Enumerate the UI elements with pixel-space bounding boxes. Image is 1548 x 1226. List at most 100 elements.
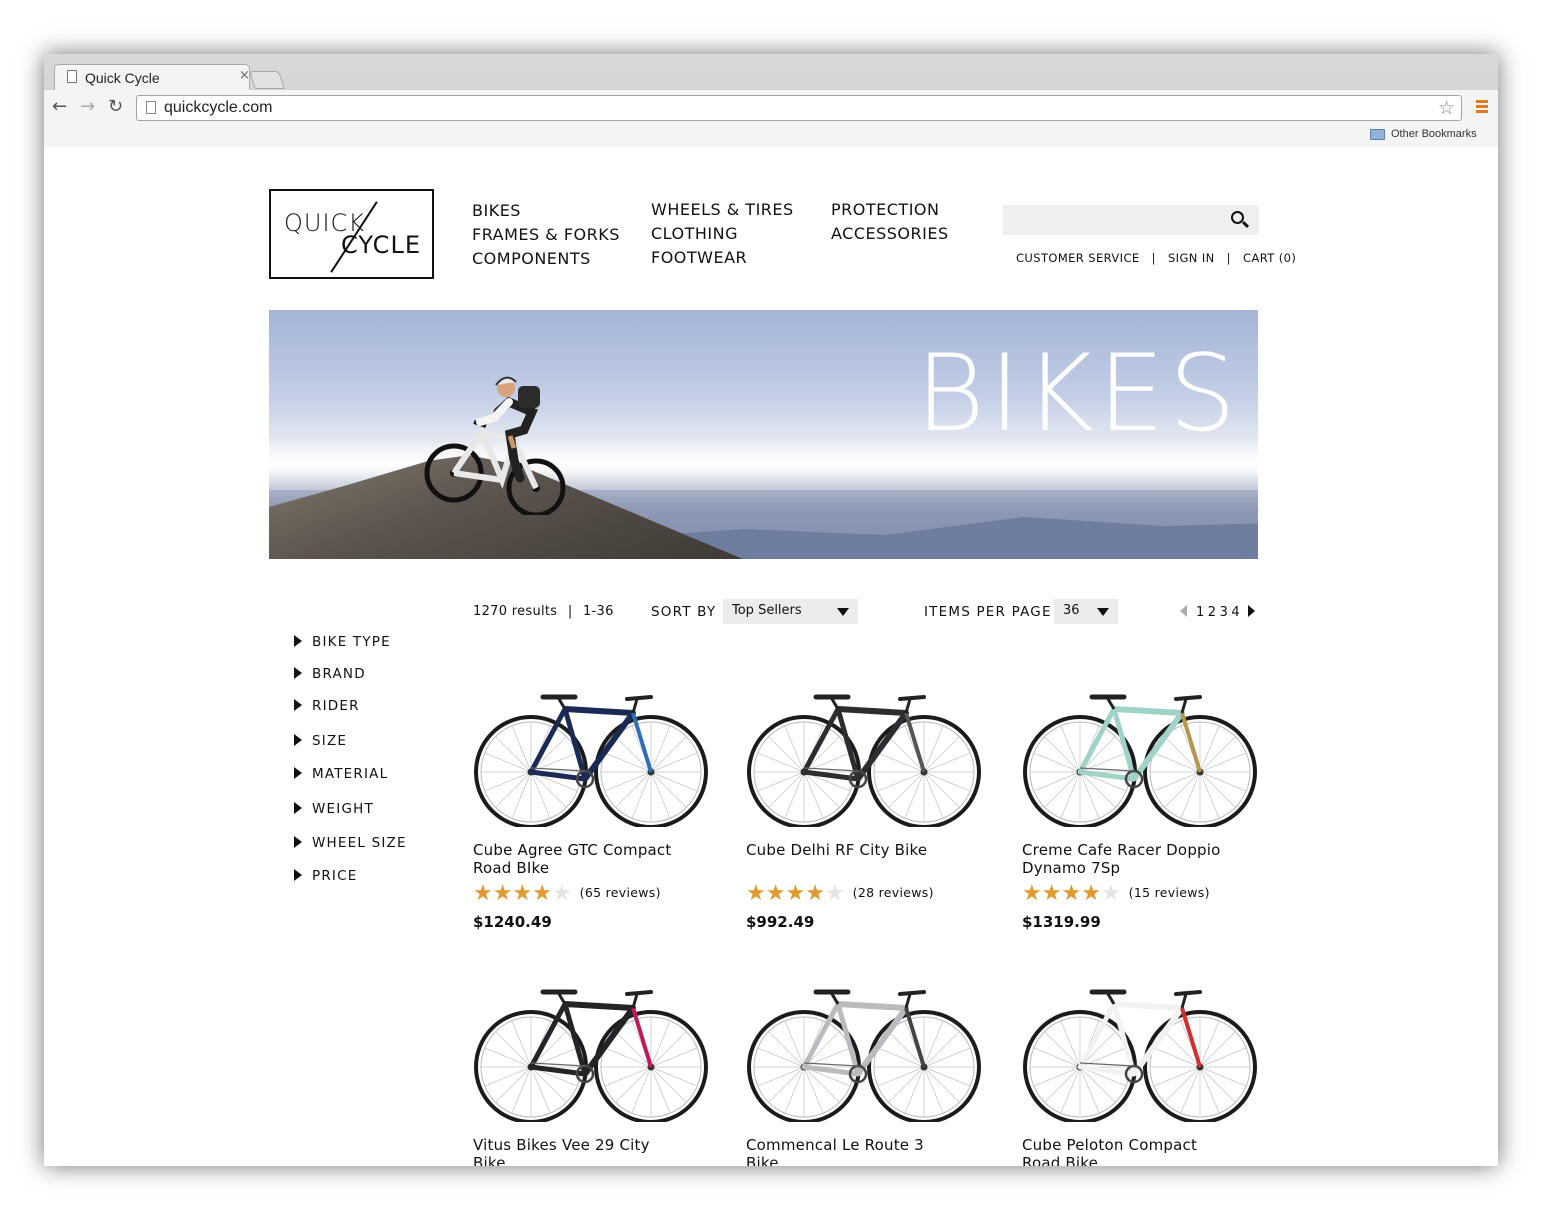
nav-column-3: PROTECTION ACCESSORIES: [831, 198, 949, 246]
filter-size[interactable]: SIZE: [294, 733, 347, 749]
spoke: [495, 736, 532, 773]
close-tab-icon[interactable]: ×: [239, 68, 250, 83]
page-icon: [146, 101, 156, 114]
review-count[interactable]: (65 reviews): [580, 885, 661, 900]
sign-in-link[interactable]: SIGN IN: [1168, 251, 1215, 265]
nav-components[interactable]: COMPONENTS: [472, 247, 620, 271]
page-link[interactable]: 3: [1220, 605, 1230, 620]
star-filled-icon: ★: [473, 881, 493, 906]
search-input[interactable]: [1009, 210, 1219, 230]
filter-wheel-size[interactable]: WHEEL SIZE: [294, 835, 407, 851]
nav-clothing[interactable]: CLOTHING: [651, 222, 794, 246]
next-page-icon[interactable]: [1248, 605, 1256, 617]
separator: |: [1151, 251, 1156, 265]
expand-arrow-icon: [294, 869, 302, 881]
nav-wheels-tires[interactable]: WHEELS & TIRES: [651, 198, 794, 222]
bike-image: [1023, 694, 1257, 827]
product-name[interactable]: Cube Agree GTC Compact Road BIke: [473, 841, 683, 877]
sort-dropdown[interactable]: Top Sellers: [723, 599, 858, 624]
page-link[interactable]: 4: [1231, 605, 1241, 620]
address-bar[interactable]: ☆: [136, 95, 1462, 121]
browser-window: Quick Cycle × ← → ↻ ☆ Other Bookmarks QU…: [44, 54, 1498, 1166]
product-price: $1240.49: [473, 913, 552, 931]
filter-price[interactable]: PRICE: [294, 868, 357, 884]
product-card[interactable]: Creme Cafe Racer Doppio Dynamo 7Sp ★★★★★…: [1022, 687, 1272, 931]
expand-arrow-icon: [294, 635, 302, 647]
separator: |: [1226, 251, 1231, 265]
forward-arrow-icon[interactable]: →: [80, 98, 95, 116]
chrome-menu-icon[interactable]: [1476, 100, 1488, 115]
nav-protection[interactable]: PROTECTION: [831, 198, 949, 222]
spoke: [768, 736, 805, 773]
reload-icon[interactable]: ↻: [108, 98, 123, 116]
filter-rider[interactable]: RIDER: [294, 698, 360, 714]
product-name[interactable]: Cube Delhi RF City Bike: [746, 841, 956, 859]
review-count[interactable]: (15 reviews): [1129, 885, 1210, 900]
tab-title: Quick Cycle: [85, 70, 160, 86]
product-price: $992.49: [746, 913, 815, 931]
review-count[interactable]: (28 reviews): [853, 885, 934, 900]
product-card[interactable]: Cube Peloton Compact Road Bike: [1022, 982, 1272, 1166]
star-filled-icon: ★: [746, 881, 766, 906]
seatpost: [830, 993, 840, 1005]
star-empty-icon: ★: [551, 881, 572, 906]
nav-column-2: WHEELS & TIRES CLOTHING FOOTWEAR: [651, 198, 794, 270]
stem: [1180, 993, 1188, 1009]
spoke: [768, 771, 805, 808]
filter-label: BRAND: [312, 666, 366, 682]
nav-footwear[interactable]: FOOTWEAR: [651, 246, 794, 270]
star-filled-icon: ★: [805, 881, 825, 906]
cart-link[interactable]: CART (0): [1243, 251, 1296, 265]
items-per-page-dropdown[interactable]: 36: [1054, 599, 1118, 624]
spoke: [1044, 1066, 1081, 1103]
product-name[interactable]: Cube Peloton Compact Road Bike: [1022, 1136, 1232, 1166]
filter-brand[interactable]: BRAND: [294, 666, 366, 682]
seatpost: [830, 698, 840, 710]
product-name[interactable]: Creme Cafe Racer Doppio Dynamo 7Sp: [1022, 841, 1232, 877]
spoke: [888, 1066, 925, 1103]
prev-page-icon[interactable]: [1180, 605, 1187, 617]
star-rating-icons: ★★★★★: [1022, 883, 1121, 905]
seatpost: [1106, 993, 1116, 1005]
chevron-down-icon: [1097, 608, 1109, 616]
nav-bikes[interactable]: BIKES: [472, 199, 620, 223]
page-link[interactable]: 1: [1196, 605, 1206, 620]
filter-label: WHEEL SIZE: [312, 835, 407, 851]
spoke: [650, 771, 687, 808]
site-logo[interactable]: QUICK CYCLE: [269, 189, 434, 279]
browser-tab[interactable]: Quick Cycle ×: [54, 64, 250, 90]
filter-label: PRICE: [312, 868, 358, 884]
product-card[interactable]: Vitus Bikes Vee 29 City Bike: [473, 982, 723, 1166]
expand-arrow-icon: [294, 699, 302, 711]
customer-service-link[interactable]: CUSTOMER SERVICE: [1016, 251, 1140, 265]
search-icon[interactable]: [1231, 211, 1244, 224]
handlebar: [898, 990, 926, 996]
page-icon: [67, 70, 77, 83]
other-bookmarks[interactable]: Other Bookmarks: [1391, 128, 1477, 140]
product-name[interactable]: Commencal Le Route 3 Bike: [746, 1136, 956, 1166]
filter-weight[interactable]: WEIGHT: [294, 801, 374, 817]
nav-frames-forks[interactable]: FRAMES & FORKS: [472, 223, 620, 247]
bike-image: [1023, 989, 1257, 1122]
filter-bike-type[interactable]: BIKE TYPE: [294, 634, 391, 650]
nav-accessories[interactable]: ACCESSORIES: [831, 222, 949, 246]
spoke: [615, 771, 652, 808]
bike-image: [474, 694, 708, 827]
results-range: 1-36: [582, 604, 614, 619]
product-card[interactable]: Commencal Le Route 3 Bike: [746, 982, 996, 1166]
product-card[interactable]: Cube Agree GTC Compact Road BIke ★★★★★ (6…: [473, 687, 723, 931]
utility-links: CUSTOMER SERVICE | SIGN IN | CART (0): [1016, 251, 1296, 265]
back-arrow-icon[interactable]: ←: [52, 98, 67, 116]
spoke: [650, 1066, 687, 1103]
filter-material[interactable]: MATERIAL: [294, 766, 388, 782]
url-input[interactable]: [164, 98, 1424, 118]
new-tab-button[interactable]: [249, 71, 285, 89]
product-card[interactable]: Cube Delhi RF City Bike ★★★★★ (28 reviews…: [746, 687, 996, 931]
spoke: [615, 1066, 652, 1103]
page-link[interactable]: 2: [1208, 605, 1218, 620]
product-name[interactable]: Vitus Bikes Vee 29 City Bike: [473, 1136, 683, 1166]
filter-label: WEIGHT: [312, 801, 374, 817]
stem: [904, 698, 912, 714]
pagination: 1234: [1180, 605, 1256, 620]
bookmark-star-icon[interactable]: ☆: [1438, 97, 1455, 119]
